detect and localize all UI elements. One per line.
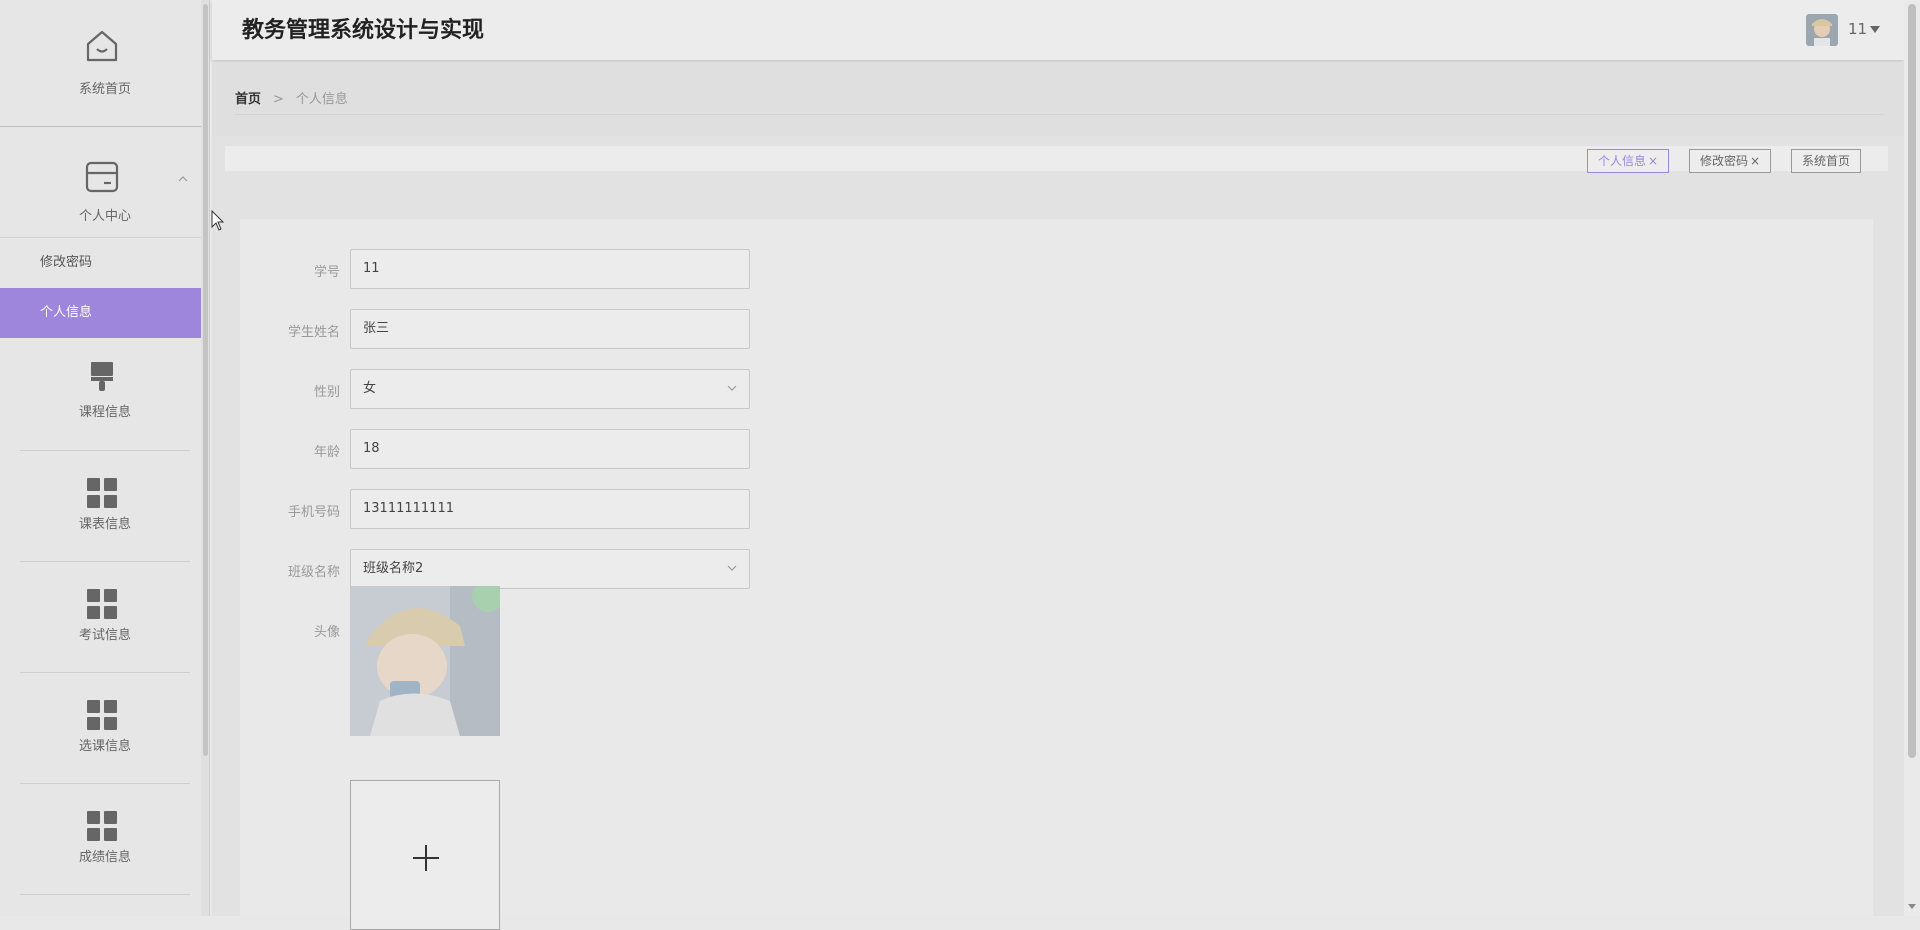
close-icon[interactable]: × bbox=[1750, 154, 1760, 168]
grid-icon bbox=[87, 700, 117, 730]
tag-label: 修改密码 bbox=[1700, 154, 1749, 168]
sidebar-subitem-change-password[interactable]: 修改密码 bbox=[0, 238, 209, 288]
divider bbox=[235, 114, 1884, 115]
sidebar-item-personal-center[interactable]: 个人中心 bbox=[0, 127, 201, 237]
caret-down-icon[interactable] bbox=[1870, 26, 1880, 33]
sidebar-item-course-info[interactable]: 课程信息 bbox=[0, 338, 201, 450]
page-scrollbar[interactable] bbox=[1904, 0, 1920, 916]
age-input[interactable]: 18 bbox=[350, 429, 750, 469]
avatar-label: 头像 bbox=[313, 625, 340, 640]
tags-bar: 个人信息 × 修改密码 × 系统首页 bbox=[225, 146, 1888, 173]
sidebar-item-label: 个人中心 bbox=[78, 209, 131, 224]
plus-icon bbox=[425, 845, 427, 871]
avatar-preview-image bbox=[350, 586, 500, 736]
sidebar-item-label: 选课信息 bbox=[78, 739, 131, 754]
field-value: 张三 bbox=[363, 321, 390, 336]
grid-icon bbox=[87, 478, 117, 508]
name-input[interactable]: 张三 bbox=[350, 309, 750, 349]
tag-label: 系统首页 bbox=[1802, 154, 1851, 168]
phone-input[interactable]: 13111111111 bbox=[350, 489, 750, 529]
field-value: 13111111111 bbox=[363, 501, 454, 516]
user-name[interactable]: 11 bbox=[1848, 20, 1867, 38]
divider bbox=[20, 894, 190, 895]
class-name-label: 班级名称 bbox=[287, 565, 340, 580]
student-no-label: 学号 bbox=[313, 265, 340, 280]
app-title: 教务管理系统设计与实现 bbox=[242, 18, 485, 43]
field-value: 11 bbox=[363, 261, 380, 276]
scrollbar-thumb[interactable] bbox=[1908, 4, 1916, 758]
phone-label: 手机号码 bbox=[287, 505, 340, 520]
sidebar-item-exam-info[interactable]: 考试信息 bbox=[0, 562, 201, 673]
sidebar-subitem-label: 个人信息 bbox=[40, 305, 93, 320]
tag-system-home[interactable]: 系统首页 bbox=[1791, 149, 1862, 173]
tag-personal-info[interactable]: 个人信息 × bbox=[1587, 149, 1670, 173]
student-no-input[interactable]: 11 bbox=[350, 249, 750, 289]
chevron-down-icon bbox=[727, 385, 737, 391]
sidebar-item-label: 考试信息 bbox=[78, 628, 131, 643]
close-icon[interactable]: × bbox=[1648, 154, 1658, 168]
scrollbar-thumb[interactable] bbox=[203, 4, 208, 756]
sidebar-scrollbar[interactable] bbox=[201, 0, 209, 916]
tags-area: 个人信息 × 修改密码 × 系统首页 bbox=[212, 136, 1904, 190]
chevron-up-icon[interactable] bbox=[178, 176, 188, 182]
tag-label: 个人信息 bbox=[1598, 154, 1647, 168]
gender-label: 性别 bbox=[313, 385, 340, 400]
breadcrumb-separator: > bbox=[273, 92, 284, 107]
field-value: 18 bbox=[363, 441, 380, 456]
breadcrumb: 首页 > 个人信息 bbox=[235, 88, 348, 107]
sidebar-item-label: 课表信息 bbox=[78, 517, 131, 532]
sidebar-item-schedule-info[interactable]: 课表信息 bbox=[0, 451, 201, 561]
breadcrumb-home[interactable]: 首页 bbox=[235, 92, 261, 107]
avatar[interactable] bbox=[1806, 14, 1838, 46]
mouse-cursor-icon bbox=[211, 210, 225, 231]
age-label: 年龄 bbox=[313, 445, 340, 460]
sidebar-item-label: 系统首页 bbox=[78, 82, 131, 97]
sidebar-item-home[interactable]: 系统首页 bbox=[0, 0, 201, 126]
field-value: 班级名称2 bbox=[363, 561, 424, 576]
tag-change-password[interactable]: 修改密码 × bbox=[1689, 149, 1772, 173]
card-icon bbox=[85, 161, 119, 193]
home-icon bbox=[86, 30, 118, 62]
breadcrumb-current: 个人信息 bbox=[295, 92, 348, 107]
sidebar-item-label: 课程信息 bbox=[78, 405, 131, 420]
top-header: 教务管理系统设计与实现 11 bbox=[212, 0, 1904, 60]
chevron-down-icon bbox=[727, 565, 737, 571]
grid-icon bbox=[87, 589, 117, 619]
avatar-upload-button[interactable] bbox=[350, 780, 500, 930]
avatar-image bbox=[1806, 14, 1838, 46]
avatar-preview[interactable] bbox=[350, 586, 500, 736]
sidebar-subitem-label: 修改密码 bbox=[40, 255, 93, 270]
sidebar-item-label: 成绩信息 bbox=[78, 850, 131, 865]
breadcrumb-area: 首页 > 个人信息 bbox=[212, 62, 1904, 136]
sidebar-item-selection-info[interactable]: 选课信息 bbox=[0, 673, 201, 783]
class-name-select[interactable]: 班级名称2 bbox=[350, 549, 750, 589]
scroll-down-icon[interactable] bbox=[1908, 904, 1916, 909]
name-label: 学生姓名 bbox=[287, 325, 340, 340]
gender-select[interactable]: 女 bbox=[350, 369, 750, 409]
sidebar: 系统首页 个人中心 修改密码 个人信息 课程信息 课表信息 考试信息 选课信息 … bbox=[0, 0, 210, 916]
sidebar-item-grades-info[interactable]: 成绩信息 bbox=[0, 784, 201, 894]
brush-icon bbox=[91, 362, 113, 391]
grid-icon bbox=[87, 811, 117, 841]
sidebar-subitem-personal-info[interactable]: 个人信息 bbox=[0, 288, 209, 338]
field-value: 女 bbox=[363, 381, 377, 396]
